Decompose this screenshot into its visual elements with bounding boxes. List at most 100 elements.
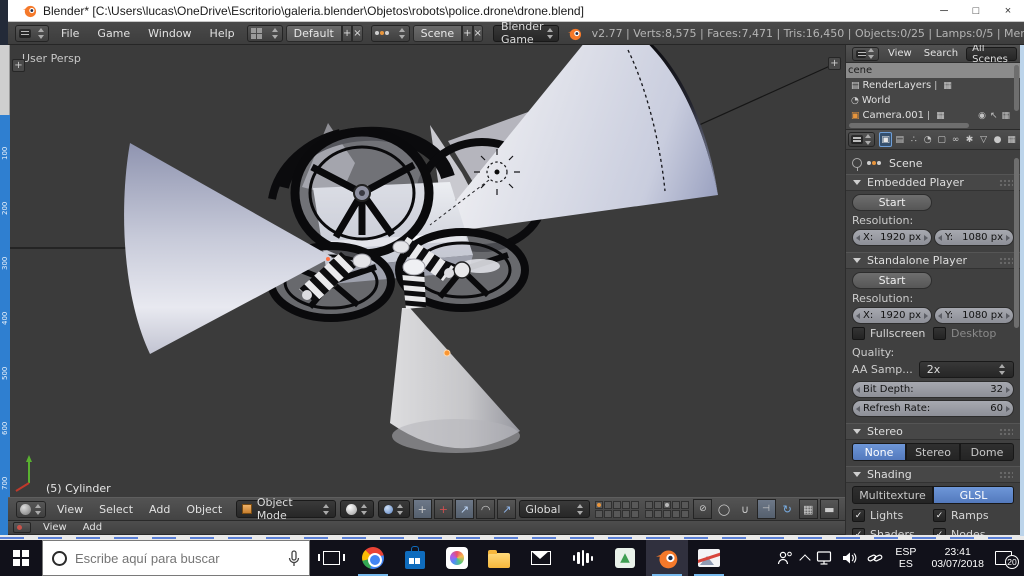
tab-modifiers[interactable]: ✱ [963,132,976,147]
outliner-row-world[interactable]: ◔ World [846,93,1020,108]
embedded-resolution-x[interactable]: X:1920 px [852,229,932,246]
standalone-resolution-y[interactable]: Y:1080 px [934,307,1014,324]
standalone-resolution-x[interactable]: X:1920 px [852,307,932,324]
taskbar-media-app[interactable] [436,540,478,576]
shading-option-glsl[interactable]: GLSL [933,486,1014,504]
viewport-canvas[interactable] [10,45,845,497]
editor-type-button[interactable] [848,132,875,147]
sync-icon[interactable]: ↻ [778,499,797,519]
taskbar-image-viewer[interactable] [688,540,730,576]
close-button[interactable]: × [992,0,1024,22]
maximize-button[interactable]: □ [960,0,992,22]
drone-model[interactable] [124,45,718,453]
translate-manipulator-icon[interactable]: + [434,499,453,519]
delete-layout-button[interactable]: × [352,25,362,42]
tab-object[interactable]: ▢ [935,132,948,147]
timeline-menu-view[interactable]: View [35,522,75,533]
bit-depth-stepper[interactable]: Bit Depth:32 [852,381,1014,398]
refresh-rate-stepper[interactable]: Refresh Rate:60 [852,400,1014,417]
fullscreen-checkbox[interactable]: .Fullscreen [852,327,933,340]
delete-scene-button[interactable]: × [473,25,483,42]
aa-samples-dropdown[interactable]: 2x [919,361,1014,378]
shading-option-multitexture[interactable]: Multitexture [852,486,933,504]
tab-data[interactable]: ▽ [977,132,990,147]
embedded-resolution-y[interactable]: Y:1080 px [934,229,1014,246]
menu-add[interactable]: Add [141,503,178,516]
mode-dropdown[interactable]: Object Mode [236,500,336,518]
viewport-3d[interactable]: User Persp (5) Cylinder + + [10,45,845,497]
editor-type-button[interactable] [852,47,879,61]
menu-select[interactable]: Select [91,503,141,516]
screen-layout-button[interactable] [247,25,283,42]
taskbar-clock[interactable]: 23:4103/07/2018 [927,546,988,570]
render-animation-button[interactable]: ▬ [820,499,839,519]
outliner-menu-view[interactable]: View [882,48,918,59]
screen-layout-field[interactable]: Default [286,25,342,42]
lights-checkbox[interactable]: ✓Lights [852,509,933,522]
desktop-checkbox[interactable]: .Desktop [933,327,1014,340]
taskbar-mail[interactable] [520,540,562,576]
snap-element-button[interactable]: ⊣ [757,499,776,519]
language-indicator[interactable]: ESPES [891,546,920,570]
people-icon[interactable] [776,551,794,565]
engine-dropdown[interactable]: Blender Game [493,25,559,42]
menu-help[interactable]: Help [201,27,244,40]
menu-file[interactable]: File [52,27,88,40]
section-standalone-player[interactable]: Standalone Player [846,252,1020,269]
pivot-dropdown[interactable] [378,500,410,518]
tab-scene[interactable]: ∴ [907,132,920,147]
taskbar-store[interactable] [394,540,436,576]
shaders-checkbox[interactable]: ✓Shaders [852,528,933,535]
menu-game[interactable]: Game [88,27,139,40]
editor-type-button[interactable] [15,25,49,42]
outliner-horizontal-scrollbar[interactable] [849,123,969,128]
tab-world[interactable]: ◔ [921,132,934,147]
tab-material[interactable]: ● [991,132,1004,147]
search-input[interactable] [75,551,280,566]
minimize-button[interactable]: ─ [928,0,960,22]
outliner-filter-dropdown[interactable]: All Scenes [966,47,1017,61]
ramps-checkbox[interactable]: ✓Ramps [933,509,1014,522]
standalone-start-button[interactable]: Start [852,272,932,289]
lock-icon[interactable]: ⊘ [693,499,712,519]
timeline-menu-add[interactable]: Add [75,522,110,533]
scene-selector-button[interactable] [371,25,410,42]
section-shading[interactable]: Shading [846,466,1020,483]
start-button[interactable] [0,540,42,576]
tab-render-layers[interactable]: ▤ [893,132,906,147]
expand-region-button[interactable]: + [828,57,841,70]
taskbar-blender[interactable] [646,540,688,576]
embedded-start-button[interactable]: Start [852,194,932,211]
taskbar-search[interactable] [42,540,310,576]
stereo-option-dome[interactable]: Dome [960,443,1014,461]
expand-region-button[interactable]: + [12,59,25,72]
outliner-row-camera[interactable]: ▣ Camera.001 | ▦ ◉ ↖ ▦ [846,108,1020,123]
section-stereo[interactable]: Stereo [846,423,1020,440]
renderable-icon[interactable]: ▦ [1001,111,1010,121]
taskbar-audio-app[interactable] [562,540,604,576]
scene-field[interactable]: Scene [413,25,463,42]
taskbar-photos[interactable] [604,540,646,576]
stereo-option-none[interactable]: None [852,443,906,461]
snap-magnet-icon[interactable]: ∪ [736,499,755,519]
network-icon[interactable] [816,551,834,565]
outliner-row-renderlayers[interactable]: ▤ RenderLayers | ▦ [846,78,1020,93]
action-center-icon[interactable]: 20 [995,551,1012,565]
tray-expand-chevron[interactable] [800,554,811,565]
viewport-shading-dropdown[interactable] [340,500,374,518]
properties-scrollbar[interactable] [1014,158,1019,328]
taskbar-chrome[interactable] [352,540,394,576]
volume-icon[interactable] [841,551,859,565]
microphone-icon[interactable] [288,550,300,567]
pin-icon[interactable] [852,158,862,168]
section-embedded-player[interactable]: Embedded Player [846,174,1020,191]
editor-type-button[interactable] [16,501,46,518]
link-icon[interactable] [866,551,884,565]
tab-constraints[interactable]: ∞ [949,132,962,147]
menu-object[interactable]: Object [178,503,230,516]
nodes-checkbox[interactable]: ✓Nodes [933,528,1014,535]
tab-render[interactable]: ▣ [879,132,892,147]
add-layout-button[interactable]: + [342,25,352,42]
tab-texture[interactable]: ▦ [1005,132,1018,147]
add-scene-button[interactable]: + [462,25,472,42]
